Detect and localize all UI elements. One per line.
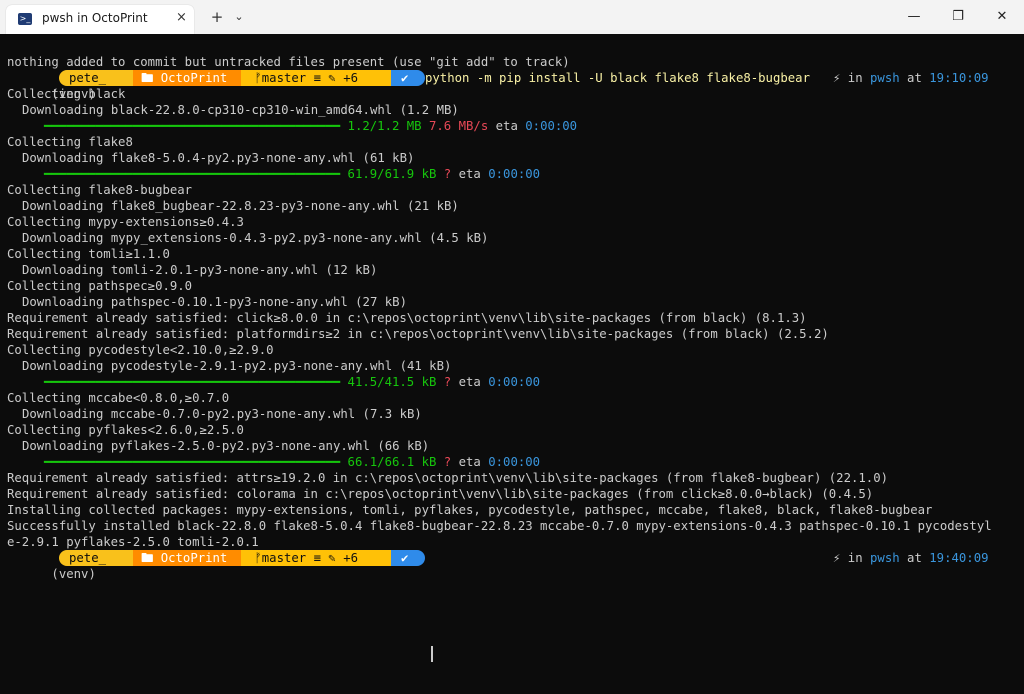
progress-line: ━━━━━━━━━━━━━━━━━━━━━━━━━━━━━━━━━━━━━━━━… [44, 374, 540, 390]
output-line: Downloading flake8_bugbear-22.8.23-py3-n… [22, 199, 459, 213]
prompt-time: 19:10:09 [929, 71, 989, 85]
progress-eta: 0:00:00 [488, 167, 541, 181]
output-line: Collecting black [7, 87, 126, 101]
tab-pwsh[interactable]: >_ pwsh in OctoPrint × [6, 5, 194, 34]
output-line: Collecting pyflakes<2.6.0,≥2.5.0 [7, 423, 244, 437]
progress-eta-label: eta [451, 455, 489, 469]
progress-bar: ━━━━━━━━━━━━━━━━━━━━━━━━━━━━━━━━━━━━━━━━ [44, 455, 348, 469]
prompt-right-block: ⚡ in pwsh at 19:10:09 [833, 70, 989, 86]
progress-eta: 0:00:00 [488, 375, 541, 389]
prompt-shell: pwsh [870, 551, 900, 565]
text-cursor [431, 646, 433, 662]
prompt-right-prefix: ⚡ in [833, 71, 871, 85]
venv-label: (venv) [51, 567, 96, 581]
output-line: nothing added to commit but untracked fi… [7, 55, 570, 69]
progress-bar: ━━━━━━━━━━━━━━━━━━━━━━━━━━━━━━━━━━━━━━━━ [44, 119, 348, 133]
progress-size: 61.9/61.9 kB [347, 167, 437, 181]
prompt-path: 🖿 OctoPrint [133, 550, 241, 566]
output-line: Collecting mccabe<0.8.0,≥0.7.0 [7, 391, 230, 405]
output-line: Requirement already satisfied: click≥8.0… [7, 311, 807, 325]
output-line: Successfully installed black-22.8.0 flak… [7, 519, 992, 533]
maximize-button[interactable]: ❐ [936, 0, 980, 34]
check-icon: ✔ [391, 70, 425, 86]
terminal-pane[interactable]: nothing added to commit but untracked fi… [0, 34, 1024, 662]
command-text: python -m pip install -U black flake8 fl… [425, 71, 810, 85]
progress-size: 1.2/1.2 MB [347, 119, 422, 133]
prompt-line: (venv) pete_ 🖿 OctoPrint ᚠmaster ≡ ✎ +6 … [7, 70, 1007, 101]
output-line: Downloading pathspec-0.10.1-py3-none-any… [22, 295, 407, 309]
progress-speed: ? [436, 167, 452, 181]
prompt-line: (venv) pete_ 🖿 OctoPrint ᚠmaster ≡ ✎ +6 … [7, 550, 1007, 662]
output-line: Collecting flake8 [7, 135, 133, 149]
prompt-right-prefix: ⚡ in [833, 551, 871, 565]
output-line: e-2.9.1 pyflakes-2.5.0 tomli-2.0.1 [7, 535, 259, 549]
new-tab-button[interactable]: + [206, 6, 228, 28]
progress-size: 66.1/66.1 kB [347, 455, 437, 469]
output-line: Downloading mccabe-0.7.0-py2.py3-none-an… [22, 407, 422, 421]
prompt-user: pete_ [59, 550, 133, 566]
tab-close-icon[interactable]: × [176, 10, 187, 25]
tab-title: pwsh in OctoPrint [42, 11, 148, 25]
progress-speed: ? [436, 375, 452, 389]
output-line: Collecting tomli≥1.1.0 [7, 247, 170, 261]
prompt-at: at [899, 71, 930, 85]
prompt-right-block: ⚡ in pwsh at 19:40:09 [833, 550, 989, 566]
prompt-path: 🖿 OctoPrint [133, 70, 241, 86]
chevron-down-icon[interactable]: ⌄ [230, 6, 248, 28]
output-line: Requirement already satisfied: colorama … [7, 487, 874, 501]
output-line: Downloading flake8-5.0.4-py2.py3-none-an… [22, 151, 415, 165]
title-bar: >_ pwsh in OctoPrint × + ⌄ — ❐ ✕ [0, 0, 1024, 34]
output-line: Collecting mypy-extensions≥0.4.3 [7, 215, 244, 229]
progress-size: 41.5/41.5 kB [347, 375, 437, 389]
progress-bar: ━━━━━━━━━━━━━━━━━━━━━━━━━━━━━━━━━━━━━━━━ [44, 375, 348, 389]
output-line: Requirement already satisfied: platformd… [7, 327, 829, 341]
progress-line: ━━━━━━━━━━━━━━━━━━━━━━━━━━━━━━━━━━━━━━━━… [44, 454, 540, 470]
prompt-at: at [899, 551, 930, 565]
progress-eta: 0:00:00 [525, 119, 578, 133]
output-line: Downloading pycodestyle-2.9.1-py2.py3-no… [22, 359, 452, 373]
progress-speed: 7.6 MB/s [421, 119, 489, 133]
prompt-time: 19:40:09 [929, 551, 989, 565]
progress-eta-label: eta [488, 119, 526, 133]
output-line: Collecting pathspec≥0.9.0 [7, 279, 193, 293]
check-icon: ✔ [391, 550, 425, 566]
output-line: Requirement already satisfied: attrs≥19.… [7, 471, 888, 485]
progress-eta-label: eta [451, 375, 489, 389]
output-line: Installing collected packages: mypy-exte… [7, 503, 933, 517]
prompt-git-status: ᚠmaster ≡ ✎ +6 [241, 550, 391, 566]
progress-line: ━━━━━━━━━━━━━━━━━━━━━━━━━━━━━━━━━━━━━━━━… [44, 166, 540, 182]
prompt-git-status: ᚠmaster ≡ ✎ +6 [241, 70, 391, 86]
terminal-window: >_ pwsh in OctoPrint × + ⌄ — ❐ ✕ nothing… [0, 0, 1024, 662]
output-line: Collecting flake8-bugbear [7, 183, 193, 197]
progress-eta: 0:00:00 [488, 455, 541, 469]
output-line: Downloading tomli-2.0.1-py3-none-any.whl… [22, 263, 378, 277]
output-line: Downloading mypy_extensions-0.4.3-py2.py… [22, 231, 489, 245]
powershell-icon: >_ [18, 13, 32, 25]
progress-speed: ? [436, 455, 452, 469]
progress-bar: ━━━━━━━━━━━━━━━━━━━━━━━━━━━━━━━━━━━━━━━━ [44, 167, 348, 181]
output-line: Downloading pyflakes-2.5.0-py2.py3-none-… [22, 439, 430, 453]
minimize-button[interactable]: — [892, 0, 936, 34]
prompt-user: pete_ [59, 70, 133, 86]
output-line: Collecting pycodestyle<2.10.0,≥2.9.0 [7, 343, 274, 357]
progress-line: ━━━━━━━━━━━━━━━━━━━━━━━━━━━━━━━━━━━━━━━━… [44, 118, 577, 134]
close-window-button[interactable]: ✕ [980, 0, 1024, 34]
output-line: Downloading black-22.8.0-cp310-cp310-win… [22, 103, 459, 117]
prompt-shell: pwsh [870, 71, 900, 85]
progress-eta-label: eta [451, 167, 489, 181]
